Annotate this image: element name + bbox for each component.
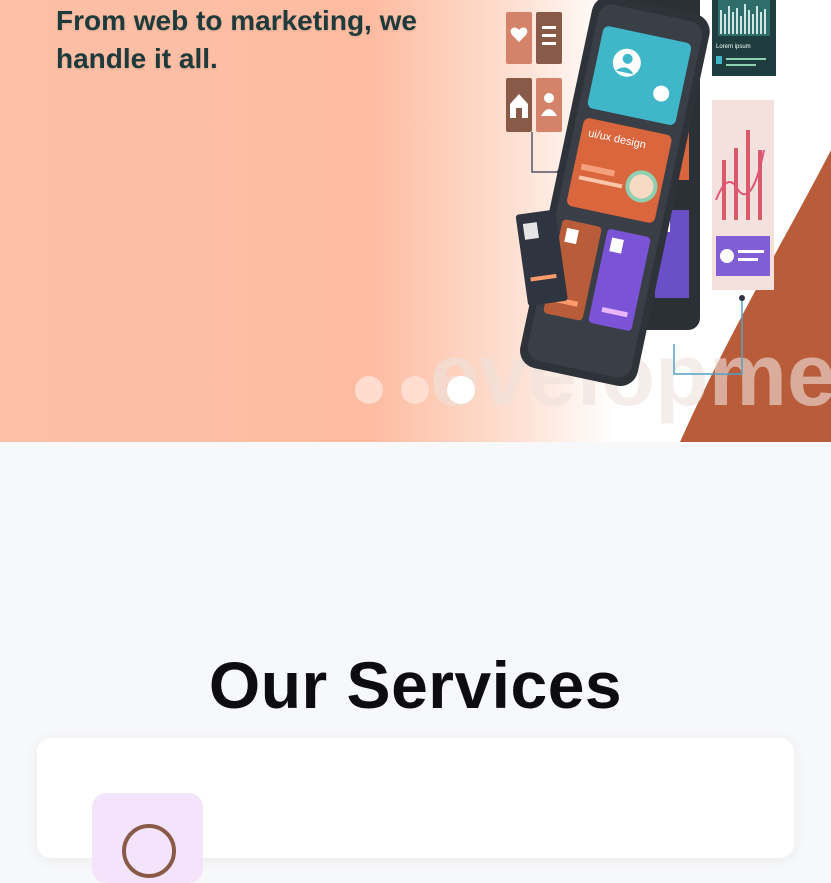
- bar-chart-panel: [712, 100, 774, 290]
- carousel-dot-3[interactable]: [447, 376, 475, 404]
- hero-banner: From web to marketing, we handle it all.…: [0, 0, 831, 442]
- heart-icon: [506, 12, 532, 64]
- service-circle-icon: [122, 824, 176, 878]
- user-icon: [536, 78, 562, 132]
- service-card[interactable]: [37, 738, 794, 883]
- carousel-dot-2[interactable]: [401, 376, 429, 404]
- service-icon-tile: [92, 793, 203, 883]
- list-icon: [536, 12, 562, 64]
- stats-panel: Lorem ipsum: [712, 0, 776, 76]
- svg-text:Lorem ipsum: Lorem ipsum: [716, 44, 751, 50]
- carousel-indicators: [355, 376, 475, 404]
- services-heading: Our Services: [208, 647, 623, 722]
- carousel-dot-1[interactable]: [355, 376, 383, 404]
- home-icon: [506, 78, 532, 132]
